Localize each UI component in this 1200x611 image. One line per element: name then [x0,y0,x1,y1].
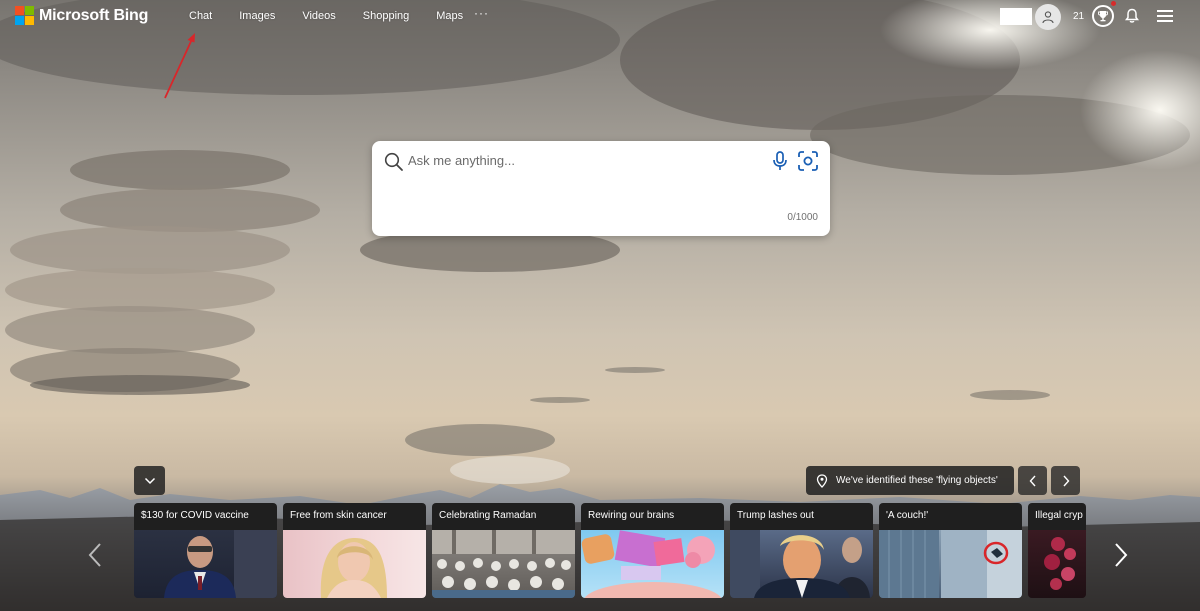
news-card[interactable]: Rewiring our brains [581,503,724,598]
logo-text: Microsoft Bing [39,6,149,24]
search-box[interactable]: 0/1000 [372,141,830,236]
bell-icon [1125,8,1139,23]
top-bar: Microsoft Bing Chat Images Videos Shoppi… [0,0,1200,34]
more-menu-button[interactable]: ··· [474,6,489,20]
card-image-official [134,530,277,598]
card-title: Free from skin cancer [290,510,387,521]
card-image-flowers [1028,530,1086,598]
card-title: 'A couch!' [886,510,929,521]
microsoft-logo-icon [15,6,34,25]
nav-chat[interactable]: Chat [189,10,212,22]
previous-image-button[interactable] [1018,466,1047,495]
trophy-icon [1098,11,1108,22]
visual-search-icon[interactable] [797,150,819,172]
hamburger-menu-button[interactable] [1157,10,1173,25]
card-title: $130 for COVID vaccine [141,510,249,521]
search-input[interactable] [408,153,748,168]
news-card[interactable]: Trump lashes out [730,503,873,598]
image-info-button[interactable]: We've identified these 'flying objects' [806,466,1014,495]
news-card[interactable]: $130 for COVID vaccine [134,503,277,598]
carousel-prev-button[interactable] [88,542,102,568]
account-avatar[interactable] [1035,4,1061,30]
chevron-left-icon [1029,475,1036,486]
card-title: Rewiring our brains [588,510,675,521]
news-card[interactable]: Illegal cryp [1028,503,1086,598]
nav-maps[interactable]: Maps [436,10,463,22]
card-image-politician [730,530,873,598]
news-card[interactable]: Free from skin cancer [283,503,426,598]
annotation-arrow [164,33,195,99]
nav-shopping[interactable]: Shopping [363,10,410,22]
character-count: 0/1000 [787,212,818,223]
card-title: Trump lashes out [737,510,814,521]
news-card[interactable]: 'A couch!' [879,503,1022,598]
news-card[interactable]: Celebrating Ramadan [432,503,575,598]
image-info-text: We've identified these 'flying objects' [836,475,998,486]
chevron-right-icon [1062,475,1069,486]
card-image-building [879,530,1022,598]
rewards-points[interactable]: 21 [1073,11,1084,22]
card-title: Illegal cryp [1035,510,1083,521]
notification-dot [1111,1,1116,6]
next-image-button[interactable] [1051,466,1080,495]
card-image-woman [283,530,426,598]
microphone-icon[interactable] [771,150,789,172]
card-image-brain [581,530,724,598]
notifications-button[interactable] [1125,8,1139,29]
card-title: Celebrating Ramadan [439,510,537,521]
search-icon [384,152,403,171]
location-pin-icon [816,473,828,488]
sign-in-box[interactable] [1000,8,1032,25]
nav-images[interactable]: Images [239,10,275,22]
person-icon [1042,11,1054,24]
chevron-down-icon [144,477,155,484]
rewards-button[interactable] [1092,5,1114,27]
nav-videos[interactable]: Videos [302,10,335,22]
carousel-next-button[interactable] [1114,542,1128,568]
collapse-feed-button[interactable] [134,466,165,495]
bing-logo[interactable]: Microsoft Bing [15,6,148,25]
card-image-crowd [432,530,575,598]
main-nav: Chat Images Videos Shopping Maps [189,10,490,22]
